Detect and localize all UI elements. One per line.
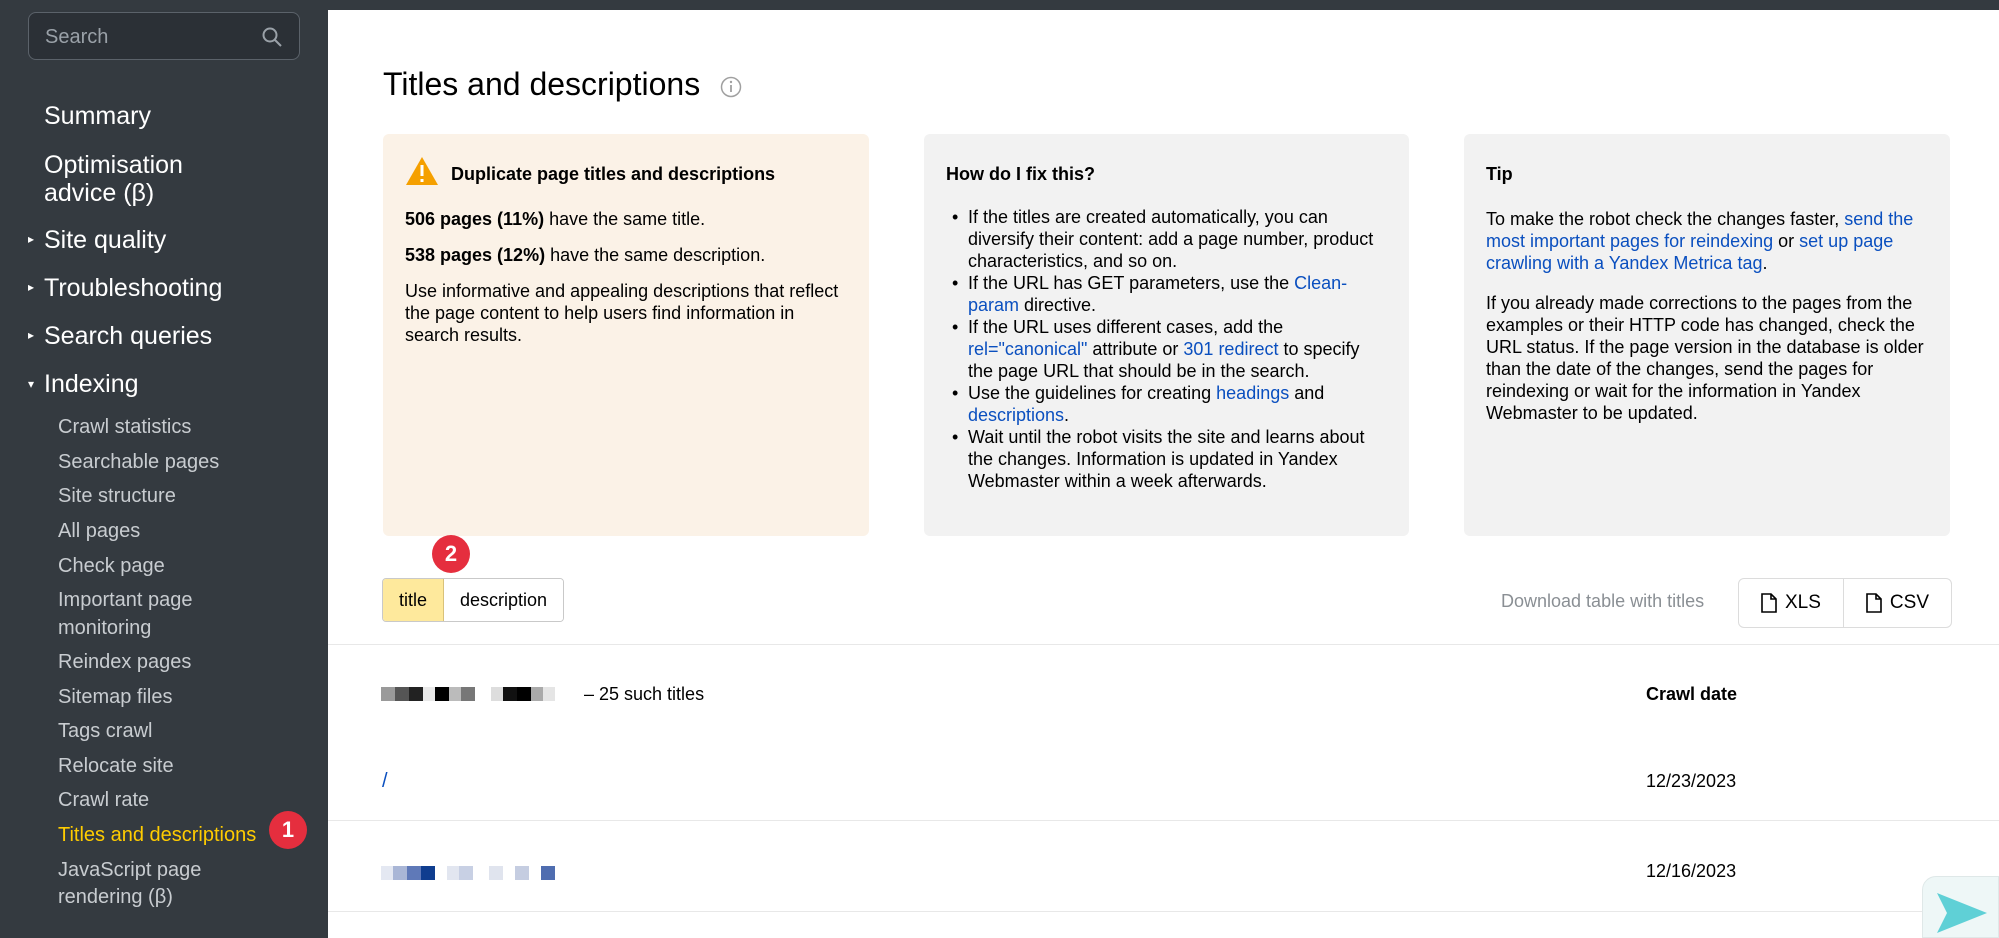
- warning-icon: [406, 157, 438, 185]
- sidebar-item-reindex-pages[interactable]: Reindex pages: [58, 649, 191, 676]
- sidebar-item-important-page-monitoring-line2[interactable]: monitoring: [58, 615, 151, 642]
- duplicate-advice-text: Use informative and appealing descriptio…: [405, 281, 839, 345]
- download-label: Download table with titles: [1501, 591, 1705, 611]
- caret-right-icon[interactable]: ▸: [28, 328, 34, 342]
- blurred-title-text: [381, 687, 555, 701]
- duplicate-card-title: Duplicate page titles and descriptions: [451, 164, 776, 184]
- toggle-title[interactable]: title: [383, 579, 445, 621]
- sidebar-item-titles-and-descriptions[interactable]: Titles and descriptions: [58, 822, 256, 849]
- crawl-date: 12/23/2023: [1646, 771, 1737, 791]
- row-divider: [328, 820, 1999, 821]
- crawl-date-header: Crawl date: [1646, 684, 1738, 704]
- send-icon: [1937, 893, 1987, 933]
- fix-item: If the URL has GET parameters, use the C…: [946, 272, 1389, 316]
- duplicate-group-count: – 25 such titles: [584, 684, 705, 704]
- file-icon: [1761, 593, 1777, 613]
- headings-link[interactable]: headings: [1216, 383, 1289, 403]
- blurred-url-link[interactable]: [381, 866, 555, 880]
- file-icon: [1866, 593, 1882, 613]
- sidebar-item-crawl-rate[interactable]: Crawl rate: [58, 787, 149, 814]
- crawl-date: 12/16/2023: [1646, 861, 1737, 881]
- duplicate-summary-card: Duplicate page titles and descriptions 5…: [383, 134, 869, 536]
- search-placeholder: Search: [45, 26, 109, 48]
- sidebar-item-relocate-site[interactable]: Relocate site: [58, 753, 174, 780]
- duplicate-descriptions-stat: 538 pages (12%) have the same descriptio…: [405, 245, 766, 265]
- duplicate-titles-stat: 506 pages (11%) have the same title.: [405, 209, 706, 229]
- row-divider: [328, 911, 1999, 912]
- sidebar-item-tags-crawl[interactable]: Tags crawl: [58, 718, 152, 745]
- caret-right-icon[interactable]: ▸: [28, 232, 34, 246]
- sidebar-item-javascript-page-rendering-line2[interactable]: rendering (β): [58, 884, 173, 911]
- fix-list: If the titles are created automatically,…: [946, 206, 1389, 492]
- fix-item: Wait until the robot visits the site and…: [946, 426, 1389, 492]
- sidebar-item-javascript-page-rendering[interactable]: JavaScript page: [58, 857, 201, 884]
- tip-card-title: Tip: [1486, 164, 1513, 184]
- nav-search-queries[interactable]: Search queries: [44, 322, 212, 350]
- 301-redirect-link[interactable]: 301 redirect: [1183, 339, 1278, 359]
- step-badge-1: 1: [269, 811, 307, 849]
- download-csv-button[interactable]: CSV: [1842, 579, 1951, 627]
- fix-item: If the titles are created automatically,…: [946, 206, 1389, 272]
- nav-optimisation-advice-line2[interactable]: advice (β): [44, 179, 154, 207]
- top-bar: [328, 0, 1999, 10]
- caret-right-icon[interactable]: ▸: [28, 280, 34, 294]
- caret-down-icon[interactable]: ▾: [28, 377, 34, 391]
- fix-item: Use the guidelines for creating headings…: [946, 382, 1389, 426]
- info-icon[interactable]: [720, 76, 742, 98]
- nav-troubleshooting[interactable]: Troubleshooting: [44, 274, 222, 302]
- sidebar-item-check-page[interactable]: Check page: [58, 553, 165, 580]
- nav-indexing[interactable]: Indexing: [44, 370, 139, 398]
- sidebar-item-searchable-pages[interactable]: Searchable pages: [58, 449, 219, 476]
- divider: [328, 644, 1999, 645]
- sidebar-item-sitemap-files[interactable]: Sitemap files: [58, 684, 173, 711]
- download-xls-button[interactable]: XLS: [1739, 579, 1843, 627]
- page-title: Titles and descriptions: [383, 66, 701, 102]
- sidebar-item-crawl-statistics[interactable]: Crawl statistics: [58, 414, 191, 441]
- how-to-fix-card: How do I fix this? If the titles are cre…: [924, 134, 1409, 536]
- nav-site-quality[interactable]: Site quality: [44, 226, 166, 254]
- title-description-toggle: title description: [382, 578, 565, 622]
- search-icon[interactable]: [261, 26, 283, 48]
- tip-paragraph-2: If you already made corrections to the p…: [1486, 293, 1924, 423]
- sidebar: Search Summary Optimisation advice (β) ▸…: [0, 0, 328, 938]
- rel-canonical-link[interactable]: rel="canonical": [968, 339, 1087, 359]
- descriptions-link[interactable]: descriptions: [968, 405, 1064, 425]
- sidebar-item-important-page-monitoring[interactable]: Important page: [58, 587, 193, 614]
- nav-summary[interactable]: Summary: [44, 102, 151, 130]
- nav-optimisation-advice[interactable]: Optimisation: [44, 151, 183, 179]
- page-url-link[interactable]: /: [382, 770, 388, 793]
- tip-paragraph-1: To make the robot check the changes fast…: [1486, 209, 1914, 273]
- sidebar-item-all-pages[interactable]: All pages: [58, 518, 140, 545]
- search-input[interactable]: Search: [28, 12, 300, 60]
- sidebar-item-site-structure[interactable]: Site structure: [58, 483, 176, 510]
- fix-item: If the URL uses different cases, add the…: [946, 316, 1389, 382]
- step-badge-2: 2: [432, 535, 470, 573]
- chat-widget-button[interactable]: [1922, 876, 1999, 938]
- download-buttons: XLS CSV: [1738, 578, 1952, 628]
- toggle-description[interactable]: description: [444, 579, 564, 621]
- fix-card-title: How do I fix this?: [946, 164, 1095, 184]
- tip-card: Tip To make the robot check the changes …: [1464, 134, 1950, 536]
